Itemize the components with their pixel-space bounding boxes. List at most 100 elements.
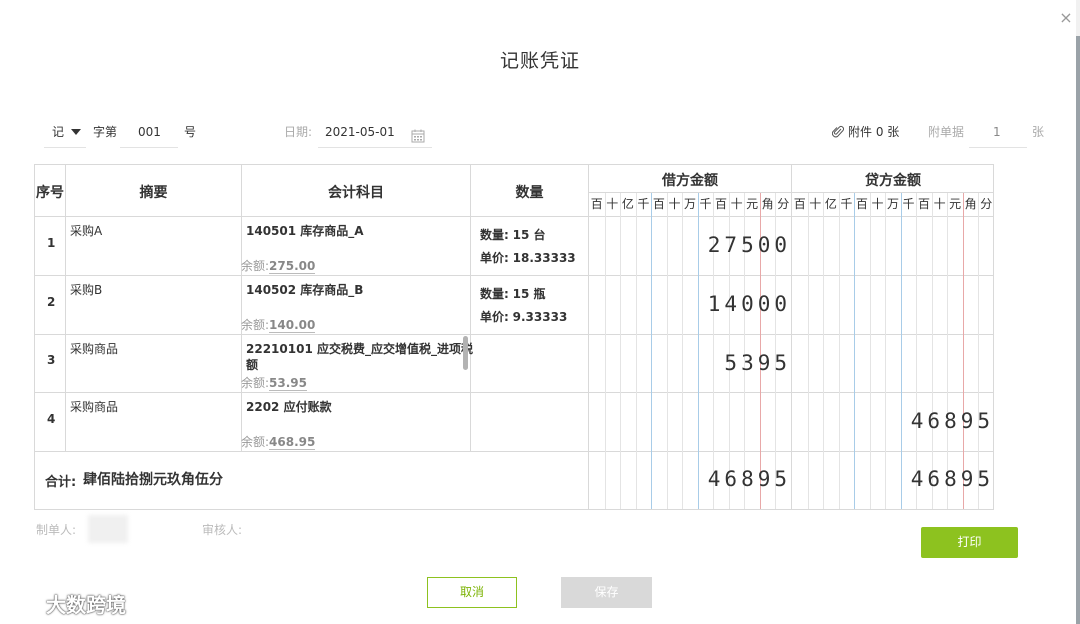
window-edge-top [1076, 0, 1080, 36]
row-debit-amount[interactable]: 14000 [589, 292, 791, 316]
debit-unit-label: 亿 [621, 197, 634, 211]
debit-unit-label: 千 [637, 197, 650, 211]
balance-label: 余额: [241, 435, 270, 449]
credit-unit-label: 分 [980, 197, 993, 211]
credit-unit-label: 角 [964, 197, 977, 211]
voucher-header: 记 字第 001 号 日期: 2021-05-01 附件 0 张 附单据 1 张 [0, 118, 1080, 148]
row-qty: 数量: 15 瓶 [480, 285, 546, 302]
credit-unit-label: 十 [809, 197, 822, 211]
digit-column-divider [962, 193, 964, 509]
divider [35, 451, 993, 452]
credit-unit-label: 百 [918, 197, 931, 211]
account-cell-scrollbar[interactable] [463, 336, 468, 370]
maker-label: 制单人: [36, 523, 77, 537]
close-icon[interactable]: × [1056, 8, 1076, 28]
balance-value: 275.00 [269, 259, 316, 274]
divider [35, 275, 993, 276]
digit-column-divider [854, 193, 856, 509]
print-button[interactable]: 打印 [921, 527, 1018, 558]
row-seq: 1 [47, 236, 56, 250]
maker-name-redacted [88, 515, 128, 543]
qty-label: 数量: [480, 287, 509, 301]
number-suffix: 号 [184, 125, 197, 139]
price-label: 单价: [480, 310, 509, 324]
voucher-table: 序号 摘要 会计科目 数量 借方金额 贷方金额 百十亿千百十万千百十元角分百十亿… [34, 164, 994, 510]
digit-column-divider [931, 193, 933, 509]
header-account: 会计科目 [328, 185, 384, 201]
qty-label: 数量: [480, 228, 509, 242]
debit-unit-label: 百 [652, 197, 665, 211]
row-account-line2[interactable]: 额 [246, 356, 258, 373]
row-account[interactable]: 2202 应付账款 [246, 398, 332, 415]
total-credit-amount: 46895 [910, 467, 994, 491]
row-account-line1[interactable]: 22210101 应交税费_应交增值税_进项税 [246, 340, 473, 357]
debit-unit-label: 分 [777, 197, 790, 211]
row-credit-amount[interactable]: 46895 [792, 409, 994, 433]
voucher-word-value: 记 [52, 125, 65, 139]
header-credit: 贷方金额 [865, 173, 921, 189]
voucher-word-select[interactable]: 记 [44, 118, 86, 148]
row-price: 单价: 18.33333 [480, 249, 576, 266]
row-summary[interactable]: 采购商品 [70, 398, 118, 415]
debit-unit-label: 十 [668, 197, 681, 211]
divider [65, 165, 66, 451]
row-price: 单价: 9.33333 [480, 308, 567, 325]
digit-column-divider [823, 193, 825, 509]
doc-count-input[interactable]: 1 [969, 118, 1027, 148]
credit-unit-label: 十 [871, 197, 884, 211]
save-button[interactable]: 保存 [561, 577, 652, 608]
date-picker[interactable]: 2021-05-01 [318, 118, 432, 148]
row-account[interactable]: 140501 库存商品_A [246, 222, 364, 239]
total-amount-words: 肆佰陆拾捌元玖角伍分 [83, 472, 223, 488]
qty-value: 15 瓶 [512, 287, 546, 301]
row-summary[interactable]: 采购B [70, 281, 102, 298]
credit-unit-label: 元 [949, 197, 962, 211]
row-account[interactable]: 140502 库存商品_B [246, 281, 363, 298]
date-value: 2021-05-01 [325, 125, 395, 139]
total-debit-amount: 46895 [707, 467, 791, 491]
row-summary[interactable]: 采购商品 [70, 340, 118, 357]
row-balance: 余额:275.00 [241, 257, 316, 274]
credit-unit-label: 百 [793, 197, 806, 211]
balance-value: 140.00 [269, 318, 316, 333]
cancel-button[interactable]: 取消 [427, 577, 517, 608]
debit-unit-label: 千 [699, 197, 712, 211]
balance-label: 余额: [241, 318, 270, 332]
voucher-number-value: 001 [138, 125, 161, 139]
row-balance: 余额:140.00 [241, 316, 316, 333]
debit-unit-label: 十 [730, 197, 743, 211]
debit-unit-label: 万 [683, 197, 696, 211]
row-balance: 余额:468.95 [241, 433, 316, 450]
header-seq: 序号 [36, 185, 64, 201]
row-debit-amount[interactable]: 27500 [589, 233, 791, 257]
word-label: 字第 [93, 125, 118, 139]
balance-value: 53.95 [269, 376, 308, 391]
qty-value: 15 台 [512, 228, 546, 242]
divider [35, 334, 993, 335]
debit-unit-label: 百 [715, 197, 728, 211]
chevron-down-icon [70, 118, 82, 156]
dialog-title: 记账凭证 [499, 50, 580, 72]
digit-column-divider [900, 193, 902, 509]
credit-unit-label: 万 [886, 197, 899, 211]
credit-unit-label: 百 [855, 197, 868, 211]
row-summary[interactable]: 采购A [70, 222, 102, 239]
doc-label: 附单据 [928, 125, 965, 139]
balance-label: 余额: [241, 376, 270, 390]
row-qty: 数量: 15 台 [480, 226, 546, 243]
row-seq: 4 [47, 412, 56, 426]
header-quantity: 数量 [515, 185, 544, 201]
attachment-label[interactable]: 附件 0 张 [848, 118, 899, 146]
divider [35, 392, 993, 393]
digit-column-divider [807, 193, 809, 509]
row-debit-amount[interactable]: 5395 [589, 351, 791, 375]
calendar-icon[interactable] [411, 125, 425, 153]
header-summary: 摘要 [139, 185, 168, 201]
price-value: 9.33333 [512, 310, 568, 324]
watermark-text: 大数跨境 [46, 592, 126, 617]
credit-unit-label: 亿 [824, 197, 837, 211]
divider [35, 216, 993, 217]
voucher-number-input[interactable]: 001 [120, 118, 178, 148]
paperclip-icon[interactable] [831, 125, 844, 142]
digit-column-divider [978, 193, 980, 509]
